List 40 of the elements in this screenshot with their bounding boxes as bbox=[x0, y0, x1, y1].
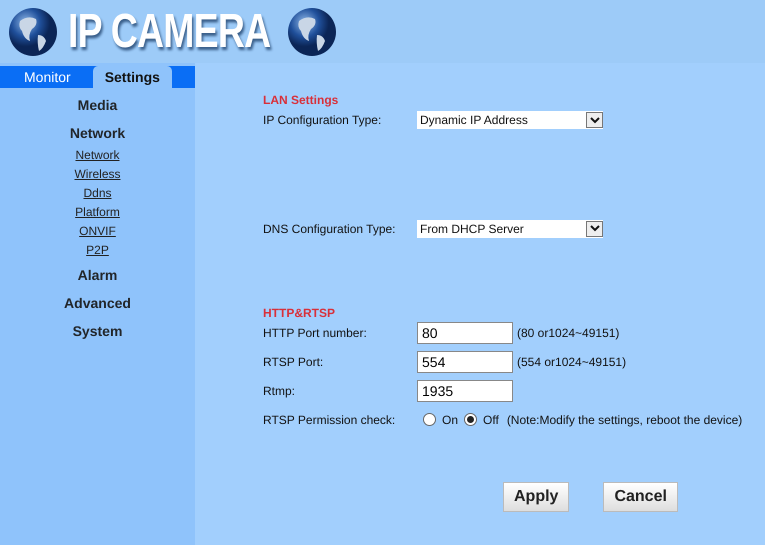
menu-group[interactable]: Network bbox=[0, 122, 195, 144]
caret-icon bbox=[586, 112, 603, 128]
text-input[interactable]: 80 bbox=[417, 322, 513, 344]
radio-label: On bbox=[442, 412, 458, 428]
radio-button[interactable] bbox=[464, 413, 478, 426]
radio-button[interactable] bbox=[423, 413, 436, 426]
field-label: Rtmp: bbox=[263, 382, 296, 400]
menu-link[interactable]: Network bbox=[75, 146, 120, 165]
menu-link[interactable]: Platform bbox=[75, 203, 120, 222]
menu-group[interactable]: Alarm bbox=[0, 264, 195, 286]
globe-icon bbox=[287, 6, 338, 56]
field-label: HTTP Port number: bbox=[263, 324, 368, 342]
tab[interactable]: Monitor bbox=[12, 66, 83, 88]
text-input[interactable]: 554 bbox=[417, 350, 513, 372]
field-label: RTSP Port: bbox=[263, 354, 324, 370]
section-heading: LAN Settings bbox=[263, 92, 340, 109]
radio-label: Off bbox=[483, 412, 499, 428]
menu-link[interactable]: ONVIF bbox=[79, 222, 116, 241]
caret-icon bbox=[586, 220, 603, 236]
action-button[interactable]: Cancel bbox=[603, 482, 678, 512]
note-text: (Note:Modify the settings, reboot the device) bbox=[506, 412, 742, 428]
tab[interactable]: Settings bbox=[92, 66, 172, 88]
field-label: RTSP Permission check: bbox=[263, 412, 396, 428]
action-button[interactable]: Apply bbox=[503, 482, 570, 512]
globe-icon bbox=[8, 6, 58, 56]
hint-text: (554 or1024~49151) bbox=[517, 354, 626, 370]
logo-title: IP CAMERA bbox=[68, 8, 270, 56]
field-label: DNS Configuration Type: bbox=[263, 220, 397, 238]
menu-group[interactable]: Media bbox=[0, 94, 195, 116]
menu-group[interactable]: Advanced bbox=[0, 292, 195, 314]
text-input[interactable]: 1935 bbox=[417, 380, 513, 402]
menu-group[interactable]: System bbox=[0, 320, 195, 342]
dropdown[interactable]: From DHCP Server bbox=[417, 220, 603, 238]
section-heading: HTTP&RTSP bbox=[263, 305, 336, 318]
menu-link[interactable]: Wireless bbox=[74, 165, 120, 184]
menu-link[interactable]: Ddns bbox=[83, 184, 112, 203]
field-label: IP Configuration Type: bbox=[263, 112, 382, 129]
hint-text: (80 or1024~49151) bbox=[517, 324, 620, 342]
menu-link[interactable]: P2P bbox=[86, 241, 109, 260]
dropdown[interactable]: Dynamic IP Address bbox=[417, 111, 603, 129]
